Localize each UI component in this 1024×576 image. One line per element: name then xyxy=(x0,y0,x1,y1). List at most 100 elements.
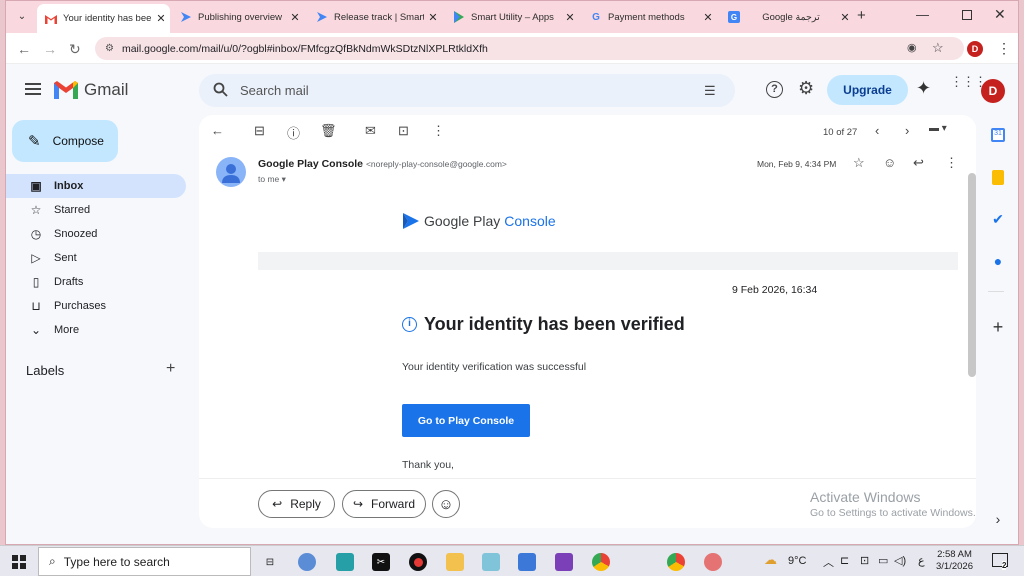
new-tab-button[interactable]: + xyxy=(857,7,866,24)
more-actions-icon[interactable]: ⋮ xyxy=(432,123,445,139)
tasks-icon[interactable]: ✔ xyxy=(988,209,1008,229)
sidebar-item-starred[interactable]: ☆ Starred xyxy=(6,198,186,222)
capcut-icon[interactable]: ✂ xyxy=(372,553,390,571)
contacts-icon[interactable]: ● xyxy=(988,251,1008,271)
search-input[interactable]: Search mail xyxy=(240,83,309,98)
app-icon-1[interactable] xyxy=(298,553,316,571)
sender-name[interactable]: Google Play Console xyxy=(258,158,363,170)
help-icon[interactable]: ? xyxy=(766,81,783,98)
sidebar-item-more[interactable]: ⌄ More xyxy=(6,318,186,342)
star-icon[interactable]: ☆ xyxy=(853,155,865,171)
emoji-reaction-icon[interactable]: ☺ xyxy=(883,155,896,170)
move-to-icon[interactable]: ⊡ xyxy=(398,123,409,139)
taskbar-search-box[interactable]: ⌕ Type here to search xyxy=(38,547,251,576)
tab-payment[interactable]: G Payment methods ✕ xyxy=(582,6,717,28)
tab-search-button[interactable]: ⌄ xyxy=(14,9,30,25)
close-icon[interactable]: ✕ xyxy=(699,11,717,24)
tray-battery-icon[interactable]: ▭ xyxy=(878,554,888,567)
compose-button[interactable]: ✎ Compose xyxy=(12,120,118,162)
get-addons-icon[interactable]: + xyxy=(988,317,1008,337)
sidebar-item-sent[interactable]: ▷ Sent xyxy=(6,246,186,270)
archive-icon[interactable]: ⊟ xyxy=(254,123,265,139)
browser-profile-avatar[interactable]: D xyxy=(967,41,983,57)
close-icon[interactable]: ✕ xyxy=(286,11,304,24)
search-icon[interactable] xyxy=(213,82,228,100)
record-icon[interactable] xyxy=(409,553,427,571)
recipient-toggle[interactable]: to me ▾ xyxy=(258,174,286,185)
tray-network-icon[interactable]: ⊏ xyxy=(840,554,849,567)
browser-menu-icon[interactable]: ⋮ xyxy=(997,40,1011,57)
settings-gear-icon[interactable]: ⚙ xyxy=(798,78,814,99)
app-icon-2[interactable] xyxy=(336,553,354,571)
eye-icon[interactable]: ◉ xyxy=(907,41,917,54)
keep-icon[interactable] xyxy=(988,167,1008,187)
mark-unread-icon[interactable]: ✉ xyxy=(365,123,376,139)
url-bar[interactable]: ⚙ mail.google.com/mail/u/0/?ogbl#inbox/F… xyxy=(95,37,964,60)
task-view-icon[interactable]: ⊟ xyxy=(261,553,279,571)
apps-grid-icon[interactable]: ⋮⋮⋮ xyxy=(950,75,987,88)
file-explorer-icon[interactable] xyxy=(446,553,464,571)
emoji-button[interactable]: ☺ xyxy=(432,490,460,518)
forward-icon[interactable]: → xyxy=(43,41,57,57)
weather-icon[interactable]: ☁ xyxy=(764,552,777,568)
back-icon[interactable]: ← xyxy=(17,41,31,57)
back-to-inbox-icon[interactable]: ← xyxy=(211,123,224,138)
message-more-icon[interactable]: ⋮ xyxy=(945,155,958,171)
delete-icon[interactable]: 🗑 xyxy=(320,123,337,139)
scrollbar-thumb[interactable] xyxy=(968,173,976,377)
input-tools-icon[interactable]: ▬ ▾ xyxy=(929,123,947,134)
calendar-icon[interactable]: 31 xyxy=(988,125,1008,145)
notification-icon[interactable]: 2 xyxy=(992,553,1008,570)
language-indicator[interactable]: ع xyxy=(918,554,925,567)
upgrade-button[interactable]: Upgrade xyxy=(827,75,908,105)
close-window-button[interactable]: ✕ xyxy=(994,6,1006,23)
minimize-button[interactable]: — xyxy=(916,7,929,22)
app-icon-4[interactable] xyxy=(555,553,573,571)
search-options-icon[interactable]: ☰ xyxy=(704,83,716,99)
maximize-button[interactable] xyxy=(962,10,972,20)
site-info-icon[interactable]: ⚙ xyxy=(105,43,114,54)
tray-wifi-icon[interactable]: ⊡ xyxy=(860,554,869,567)
close-icon[interactable]: ✕ xyxy=(424,11,442,24)
watermark-subtitle: Go to Settings to activate Windows. xyxy=(810,507,976,519)
tab-publishing[interactable]: Publishing overview ✕ xyxy=(172,6,304,28)
bookmark-star-icon[interactable]: ☆ xyxy=(932,40,944,56)
older-chevron-icon[interactable]: › xyxy=(905,123,909,138)
chrome-profile-icon[interactable] xyxy=(704,553,722,571)
notes-icon[interactable] xyxy=(482,553,500,571)
tab-release[interactable]: Release track | Smart ✕ xyxy=(308,6,442,28)
sidebar-item-purchases[interactable]: ⊔ Purchases xyxy=(6,294,186,318)
close-icon[interactable]: ✕ xyxy=(836,11,854,24)
tray-chevron-icon[interactable]: ︿ xyxy=(823,554,834,570)
reply-button[interactable]: ↩ Reply xyxy=(258,490,335,518)
app-icon-3[interactable] xyxy=(518,553,536,571)
reply-icon[interactable]: ↩ xyxy=(913,155,924,171)
report-spam-icon[interactable]: ⓘ xyxy=(287,123,300,142)
tab-translate[interactable]: G Google ترجمة ✕ xyxy=(720,6,854,28)
tab-smart-utility[interactable]: Smart Utility – Apps ✕ xyxy=(445,6,579,28)
add-label-icon[interactable]: + xyxy=(166,360,175,378)
chrome-icon[interactable] xyxy=(592,553,610,571)
chrome-icon[interactable] xyxy=(667,553,685,571)
show-side-panel-icon[interactable]: › xyxy=(988,509,1008,529)
tray-volume-icon[interactable]: ◁) xyxy=(894,554,906,567)
weather-temp[interactable]: 9°C xyxy=(788,555,806,567)
search-bar[interactable]: Search mail ☰ xyxy=(199,74,735,107)
gemini-sparkle-icon[interactable]: ✦ xyxy=(916,78,931,99)
main-menu-icon[interactable] xyxy=(25,83,41,95)
start-button[interactable] xyxy=(12,555,26,569)
go-to-play-console-button[interactable]: Go to Play Console xyxy=(402,404,530,437)
forward-button[interactable]: ↪ Forward xyxy=(342,490,426,518)
account-avatar[interactable]: D xyxy=(981,79,1005,103)
sidebar-item-inbox[interactable]: ▣ Inbox xyxy=(6,174,186,198)
close-icon[interactable]: ✕ xyxy=(561,11,579,24)
sidebar-item-snoozed[interactable]: ◷ Snoozed xyxy=(6,222,186,246)
clock[interactable]: 2:58 AM 3/1/2026 xyxy=(936,549,973,573)
send-icon: ▷ xyxy=(31,251,41,265)
sidebar-item-drafts[interactable]: ▯ Drafts xyxy=(6,270,186,294)
close-icon[interactable]: ✕ xyxy=(152,12,170,25)
tab-identity[interactable]: Your identity has bee ✕ xyxy=(37,4,170,33)
gmail-logo[interactable]: Gmail xyxy=(54,80,128,100)
newer-chevron-icon[interactable]: ‹ xyxy=(875,123,879,138)
reload-icon[interactable]: ↻ xyxy=(69,41,81,58)
